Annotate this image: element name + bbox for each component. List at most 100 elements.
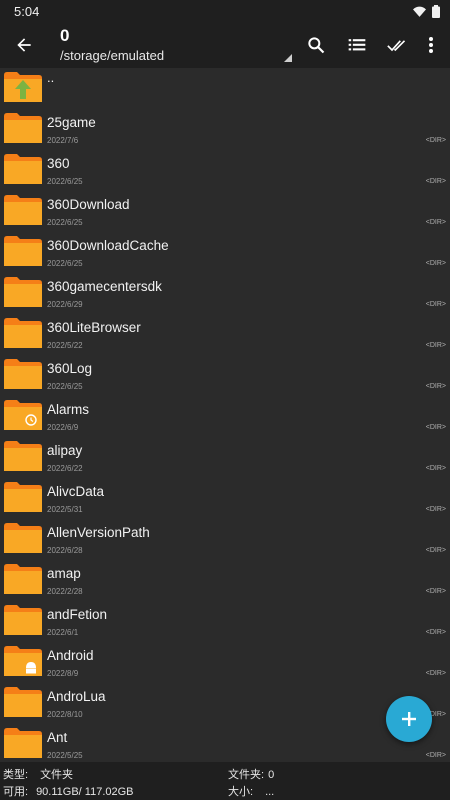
type-value: 文件夹 xyxy=(40,769,74,781)
wifi-icon xyxy=(413,6,426,17)
list-item[interactable]: 25game 2022/7/6 <DIR> xyxy=(0,109,450,150)
file-type: <DIR> xyxy=(425,383,446,390)
file-name: Android xyxy=(47,648,94,663)
list-item[interactable]: AllenVersionPath 2022/6/28 <DIR> xyxy=(0,519,450,560)
list-item[interactable]: 360 2022/6/25 <DIR> xyxy=(0,150,450,191)
file-type: <DIR> xyxy=(425,178,446,185)
folder-icon xyxy=(4,113,42,143)
file-type: <DIR> xyxy=(425,301,446,308)
file-type: <DIR> xyxy=(425,219,446,226)
file-name: AlivcData xyxy=(47,484,105,499)
file-name: 360 xyxy=(47,156,70,171)
file-name: Ant xyxy=(47,730,68,745)
battery-icon xyxy=(432,4,440,18)
more-options-button[interactable] xyxy=(418,32,444,58)
list-item[interactable]: alipay 2022/6/22 <DIR> xyxy=(0,437,450,478)
list-item[interactable]: 360Download 2022/6/25 <DIR> xyxy=(0,191,450,232)
select-all-button[interactable] xyxy=(384,32,410,58)
list-item[interactable]: AlivcData 2022/5/31 <DIR> xyxy=(0,478,450,519)
file-date: 2022/6/9 xyxy=(47,423,79,432)
list-item[interactable]: Alarms 2022/6/9 <DIR> xyxy=(0,396,450,437)
folder-icon xyxy=(4,728,42,758)
folder-icon xyxy=(4,482,42,512)
file-date: 2022/8/10 xyxy=(47,710,83,719)
file-type: <DIR> xyxy=(425,465,446,472)
file-date: 2022/6/25 xyxy=(47,218,83,227)
current-path[interactable]: /storage/emulated xyxy=(60,48,164,63)
size-label: 大小: xyxy=(228,786,254,798)
file-date: 2022/5/22 xyxy=(47,341,83,350)
file-name: Alarms xyxy=(47,402,90,417)
available-label: 可用: xyxy=(3,786,29,798)
file-date: 2022/6/1 xyxy=(47,628,79,637)
type-label: 类型: xyxy=(3,769,29,781)
list-item[interactable]: 360Log 2022/6/25 <DIR> xyxy=(0,355,450,396)
folder-icon xyxy=(4,236,42,266)
back-arrow-icon xyxy=(17,38,31,52)
file-type: <DIR> xyxy=(425,752,446,759)
file-name: 360Log xyxy=(47,361,93,376)
file-date: 2022/5/25 xyxy=(47,751,83,760)
list-item[interactable]: amap 2022/2/28 <DIR> xyxy=(0,560,450,601)
list-item[interactable]: AndroLua 2022/8/10 <DIR> xyxy=(0,683,450,724)
file-name: 360LiteBrowser xyxy=(47,320,141,335)
list-item[interactable]: andFetion 2022/6/1 <DIR> xyxy=(0,601,450,642)
file-date: 2022/5/31 xyxy=(47,505,83,514)
path-dropdown-indicator[interactable] xyxy=(284,54,292,62)
list-view-button[interactable] xyxy=(344,32,370,58)
search-icon xyxy=(308,37,325,54)
file-date: 2022/6/25 xyxy=(47,177,83,186)
folder-icon xyxy=(4,318,42,348)
size-value: ... xyxy=(265,786,275,798)
file-date: 2022/7/6 xyxy=(47,136,79,145)
file-date: 2022/6/25 xyxy=(47,382,83,391)
folder-icon xyxy=(4,523,42,553)
folder-icon xyxy=(4,154,42,184)
folder-count-label: 文件夹: xyxy=(228,769,265,781)
list-item[interactable]: Android 2022/8/9 <DIR> xyxy=(0,642,450,683)
available-value: 90.11GB/ 117.02GB xyxy=(36,786,134,798)
file-name: alipay xyxy=(47,443,83,458)
file-name: andFetion xyxy=(47,607,108,622)
list-view-icon xyxy=(348,39,366,51)
double-check-icon xyxy=(387,40,406,52)
file-date: 2022/6/22 xyxy=(47,464,83,473)
search-button[interactable] xyxy=(303,32,329,58)
list-item[interactable]: Ant 2022/5/25 <DIR> xyxy=(0,724,450,762)
folder-icon xyxy=(4,564,42,594)
folder-icon xyxy=(4,277,42,307)
folder-icon xyxy=(4,400,42,430)
file-type: <DIR> xyxy=(425,424,446,431)
file-name: 360Download xyxy=(47,197,130,212)
list-item[interactable]: 360gamecentersdk 2022/6/29 <DIR> xyxy=(0,273,450,314)
list-item[interactable]: 360DownloadCache 2022/6/25 <DIR> xyxy=(0,232,450,273)
file-list[interactable]: .. 25game 2022/7/6 <DIR> 360 2022/6/25 <DIR> 3… xyxy=(0,68,450,762)
file-type: <DIR> xyxy=(425,588,446,595)
folder-icon xyxy=(4,646,42,676)
info-bar: 类型: 文件夹 文件夹: 0 可用: 90.11GB/ 117.02GB 大小:... xyxy=(0,762,450,800)
file-name: 360DownloadCache xyxy=(47,238,169,253)
status-time: 5:04 xyxy=(14,3,40,19)
list-item[interactable]: 360LiteBrowser 2022/5/22 <DIR> xyxy=(0,314,450,355)
file-name: AndroLua xyxy=(47,689,106,704)
parent-directory-label: .. xyxy=(47,70,55,85)
file-type: <DIR> xyxy=(425,260,446,267)
file-type: <DIR> xyxy=(425,506,446,513)
toolbar: 0 /storage/emulated xyxy=(0,22,450,68)
file-type: <DIR> xyxy=(425,629,446,636)
back-button[interactable] xyxy=(10,31,38,59)
file-type: <DIR> xyxy=(425,670,446,677)
folder-icon xyxy=(4,687,42,717)
folder-icon xyxy=(4,359,42,389)
file-date: 2022/6/29 xyxy=(47,300,83,309)
file-date: 2022/2/28 xyxy=(47,587,83,596)
folder-icon xyxy=(4,605,42,635)
file-date: 2022/6/28 xyxy=(47,546,83,555)
file-name: AllenVersionPath xyxy=(47,525,150,540)
status-bar: 5:04 xyxy=(0,0,450,22)
folder-up-icon xyxy=(4,72,42,102)
folder-count-value: 0 xyxy=(268,769,275,781)
add-button[interactable] xyxy=(386,696,432,742)
file-date: 2022/6/25 xyxy=(47,259,83,268)
parent-directory-item[interactable]: .. xyxy=(0,68,450,109)
